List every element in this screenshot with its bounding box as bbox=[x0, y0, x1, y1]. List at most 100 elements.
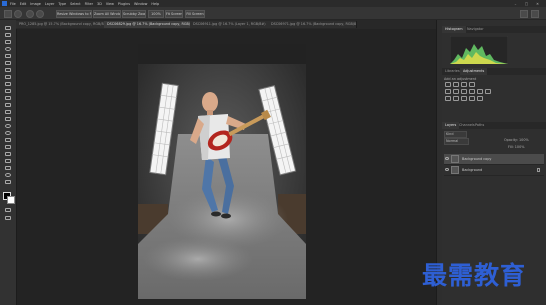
layer-row[interactable]: Background bbox=[444, 165, 544, 176]
resize-windows-checkbox[interactable]: Resize Windows to Fit bbox=[56, 10, 92, 18]
eye-icon[interactable] bbox=[445, 168, 449, 171]
quick-mask-icon[interactable] bbox=[4, 208, 12, 213]
posterize-icon[interactable] bbox=[453, 96, 459, 101]
layer-thumbnail bbox=[451, 155, 459, 163]
zoom-tool-icon[interactable] bbox=[14, 10, 22, 18]
history-brush-tool-icon[interactable] bbox=[4, 103, 12, 108]
brush-tool-icon[interactable] bbox=[4, 89, 12, 94]
layer-row-selected[interactable]: Background copy bbox=[444, 154, 544, 165]
gradient-map-icon[interactable] bbox=[469, 96, 475, 101]
add-adjustment-label: Add an adjustment bbox=[444, 77, 477, 81]
exposure-icon[interactable] bbox=[469, 82, 475, 87]
photo-filter-icon[interactable] bbox=[477, 89, 483, 94]
histogram-panel-tabs: Histogram Navigator bbox=[442, 26, 546, 33]
layer-filter-kind[interactable]: Kind bbox=[444, 131, 467, 138]
menu-type[interactable]: Type bbox=[58, 2, 66, 6]
black-white-icon[interactable] bbox=[469, 89, 475, 94]
menu-layer[interactable]: Layer bbox=[45, 2, 54, 6]
scrubby-zoom-checkbox[interactable]: Scrubby Zoom bbox=[122, 10, 146, 18]
zoom-all-windows-checkbox[interactable]: Zoom All Windows bbox=[93, 10, 121, 18]
document-tab[interactable]: DSC06911.jpg @ 16.7% (Layer 1, RGB/8#) bbox=[190, 21, 271, 28]
move-tool-icon[interactable] bbox=[4, 26, 12, 31]
layer-thumbnail bbox=[451, 166, 459, 174]
menu-bar: File Edit Image Layer Type Select Filter… bbox=[0, 0, 546, 7]
eye-icon[interactable] bbox=[445, 157, 449, 160]
type-tool-icon[interactable] bbox=[4, 145, 12, 150]
curves-icon[interactable] bbox=[461, 82, 467, 87]
zoom-in-icon[interactable] bbox=[26, 10, 34, 18]
opacity-field[interactable]: Opacity: 100% bbox=[504, 138, 529, 142]
eraser-tool-icon[interactable] bbox=[4, 110, 12, 115]
menu-window[interactable]: Window bbox=[134, 2, 147, 6]
menu-edit[interactable]: Edit bbox=[20, 2, 27, 6]
document-tab-active[interactable]: DSC06829.jpg @ 16.7% (Background copy, R… bbox=[104, 21, 193, 28]
menu-view[interactable]: View bbox=[106, 2, 114, 6]
document-canvas[interactable] bbox=[138, 44, 306, 299]
healing-brush-tool-icon[interactable] bbox=[4, 82, 12, 87]
search-icon[interactable] bbox=[520, 10, 528, 18]
tools-panel bbox=[0, 20, 17, 305]
menu-3d[interactable]: 3D bbox=[97, 2, 102, 6]
fill-field[interactable]: Fill: 100% bbox=[508, 145, 524, 149]
color-balance-icon[interactable] bbox=[461, 89, 467, 94]
adjustments-panel-tabs: Libraries Adjustments bbox=[442, 68, 546, 75]
menu-image[interactable]: Image bbox=[30, 2, 41, 6]
zoom-out-icon[interactable] bbox=[36, 10, 44, 18]
menu-file[interactable]: File bbox=[10, 2, 16, 6]
clone-stamp-tool-icon[interactable] bbox=[4, 96, 12, 101]
quick-selection-tool-icon[interactable] bbox=[4, 54, 12, 59]
zoom-percent-button[interactable]: 100% bbox=[148, 10, 164, 18]
document-tab[interactable]: DSC06971.jpg @ 16.7% (Background copy, R… bbox=[268, 21, 357, 28]
marquee-tool-icon[interactable] bbox=[4, 40, 12, 45]
menu-filter[interactable]: Filter bbox=[85, 2, 93, 6]
lasso-tool-icon[interactable] bbox=[4, 47, 12, 52]
home-icon[interactable] bbox=[4, 10, 12, 18]
dodge-tool-icon[interactable] bbox=[4, 131, 12, 136]
window-controls: – □ ✕ bbox=[513, 2, 546, 6]
document-tab[interactable]: PRO_1285.jpg @ 15.7% (Background copy, R… bbox=[16, 21, 105, 28]
fit-screen-button[interactable]: Fit Screen bbox=[165, 10, 183, 18]
gradient-tool-icon[interactable] bbox=[4, 117, 12, 122]
more-tools-icon[interactable] bbox=[4, 180, 12, 185]
eyedropper-tool-icon[interactable] bbox=[4, 75, 12, 80]
workspace-icon[interactable] bbox=[531, 10, 539, 18]
pen-tool-icon[interactable] bbox=[4, 138, 12, 143]
tab-adjustments[interactable]: Adjustments bbox=[460, 68, 488, 75]
menu-select[interactable]: Select bbox=[70, 2, 80, 6]
vibrance-icon[interactable] bbox=[445, 89, 451, 94]
invert-icon[interactable] bbox=[445, 96, 451, 101]
rectangle-tool-icon[interactable] bbox=[4, 159, 12, 164]
options-bar: Resize Windows to Fit Zoom All Windows S… bbox=[0, 7, 546, 20]
menu-help[interactable]: Help bbox=[151, 2, 159, 6]
menu-plugins[interactable]: Plugins bbox=[118, 2, 130, 6]
channel-mixer-icon[interactable] bbox=[485, 89, 491, 94]
zoom-tool-icon[interactable] bbox=[4, 173, 12, 178]
hand-tool-icon[interactable] bbox=[4, 166, 12, 171]
photoshop-app-icon[interactable] bbox=[2, 1, 7, 6]
tab-histogram[interactable]: Histogram bbox=[442, 26, 466, 33]
maximize-button[interactable]: □ bbox=[524, 2, 529, 6]
tab-paths[interactable]: Paths bbox=[472, 122, 487, 129]
brightness-contrast-icon[interactable] bbox=[445, 82, 451, 87]
artboard-tool-icon[interactable] bbox=[4, 33, 12, 38]
frame-tool-icon[interactable] bbox=[4, 68, 12, 73]
levels-icon[interactable] bbox=[453, 82, 459, 87]
document-tab-bar: PRO_1285.jpg @ 15.7% (Background copy, R… bbox=[16, 20, 436, 29]
lock-icon bbox=[537, 168, 540, 172]
crop-tool-icon[interactable] bbox=[4, 61, 12, 66]
photo-guitarist-jump bbox=[138, 44, 306, 299]
background-color-swatch[interactable] bbox=[7, 196, 15, 204]
layer-name[interactable]: Background bbox=[462, 168, 482, 172]
threshold-icon[interactable] bbox=[461, 96, 467, 101]
path-selection-tool-icon[interactable] bbox=[4, 152, 12, 157]
layer-name[interactable]: Background copy bbox=[462, 157, 491, 161]
fill-screen-button[interactable]: Fill Screen bbox=[185, 10, 205, 18]
selective-color-icon[interactable] bbox=[477, 96, 483, 101]
close-button[interactable]: ✕ bbox=[535, 2, 540, 6]
screen-mode-icon[interactable] bbox=[4, 216, 12, 221]
hue-saturation-icon[interactable] bbox=[453, 89, 459, 94]
minimize-button[interactable]: – bbox=[513, 2, 518, 6]
blend-mode-select[interactable]: Normal bbox=[444, 138, 469, 145]
tab-navigator[interactable]: Navigator bbox=[464, 26, 487, 33]
blur-tool-icon[interactable] bbox=[4, 124, 12, 129]
